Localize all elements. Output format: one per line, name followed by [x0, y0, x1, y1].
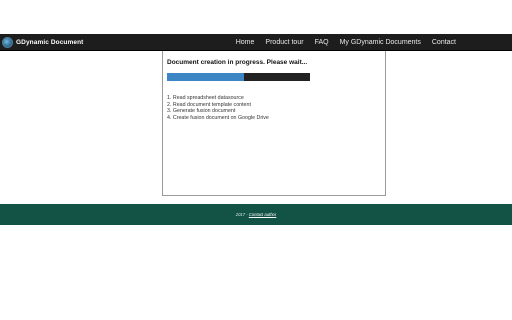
progress-panel: Document creation in progress. Please wa… [162, 51, 386, 196]
footer-text: 2017 - Contact author [236, 212, 277, 217]
footer-year: 2017 - [235, 212, 249, 217]
footer: 2017 - Contact author [0, 204, 512, 225]
nav-item-faq[interactable]: FAQ [315, 39, 329, 46]
nav-item-product-tour[interactable]: Product tour [265, 39, 303, 46]
nav-item-contact[interactable]: Contact [432, 39, 456, 46]
status-title: Document creation in progress. Please wa… [167, 59, 308, 66]
step-item: 2. Read document template content [167, 101, 251, 108]
top-whitespace [0, 0, 512, 34]
steps-list: 1. Read spreadsheet datasource 2. Read d… [167, 95, 269, 121]
step-item: 3. Generate fusion document [167, 108, 236, 115]
brand-name: GDynamic Document [16, 39, 84, 46]
nav-menu: Home Product tour FAQ My GDynamic Docume… [236, 34, 456, 51]
step-item: 1. Read spreadsheet datasource [167, 95, 244, 101]
nav-item-my-documents[interactable]: My GDynamic Documents [340, 39, 421, 46]
nav-item-home[interactable]: Home [236, 39, 255, 46]
progress-bar-fill [167, 73, 245, 81]
page: GDynamic Document Home Product tour FAQ … [0, 0, 512, 320]
step-item: 4. Create fusion document on Google Driv… [167, 114, 269, 121]
navbar: GDynamic Document Home Product tour FAQ … [0, 34, 512, 51]
progress-bar [167, 73, 310, 81]
gdynamic-logo-icon [2, 37, 13, 48]
brand-link[interactable]: GDynamic Document [2, 35, 83, 50]
contact-author-link[interactable]: Contact author [249, 212, 276, 217]
